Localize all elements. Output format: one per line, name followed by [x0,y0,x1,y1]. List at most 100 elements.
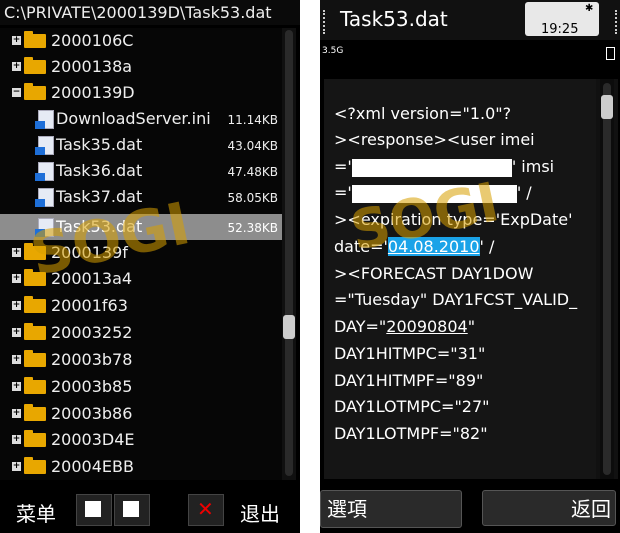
file-row[interactable]: Task36.dat 47.48KB [0,158,282,184]
file-size: 52.38KB [227,221,278,235]
options-softkey[interactable]: 選項 [320,490,462,528]
title-bar: Task53.dat ✱ 19:25 [320,0,620,40]
file-manager-pane: C:\PRIVATE\2000139D\Task53.dat + 2000106… [0,0,300,533]
folder-name: 2000138a [51,57,133,76]
text-line: ><FORECAST DAY1DOW [334,264,534,283]
expand-icon[interactable]: + [12,328,21,337]
folder-name: 20003b78 [51,350,133,369]
expand-icon[interactable]: + [12,274,21,283]
scroll-track[interactable] [285,30,293,476]
folder-row[interactable]: + 2000106C [0,28,282,54]
folder-row[interactable]: + 20003b85 [0,374,282,400]
folder-icon [24,31,46,48]
expand-icon[interactable]: + [12,462,21,471]
folder-name: 20004EBB [51,457,134,476]
text-line: =' ' imsi [334,157,555,177]
redaction-block [351,184,517,203]
folder-name: 2000106C [51,31,134,50]
folder-row[interactable]: + 200013a4 [0,266,282,292]
expand-icon[interactable]: + [12,62,21,71]
expand-icon[interactable]: + [12,301,21,310]
file-icon [35,188,54,207]
file-icon [35,218,54,237]
delete-button[interactable]: ✕ [188,494,224,526]
folder-icon [24,269,46,286]
folder-row[interactable]: + 20001f63 [0,293,282,319]
file-icon [35,136,54,155]
menu-softkey[interactable]: 菜单 [16,498,56,527]
folder-icon [24,457,46,474]
viewer-title: Task53.dat [340,7,448,31]
copy-button[interactable] [76,494,112,526]
file-icon [35,162,54,181]
folder-row[interactable]: − 2000139D [0,80,282,106]
date-link[interactable]: 20090804 [386,317,467,336]
text-line: ><expiration type='ExpDate' [334,210,573,229]
folder-icon [24,243,46,260]
clock-widget: ✱ 19:25 [525,2,599,37]
text-content[interactable]: <?xml version="1.0"? ><response><user im… [324,79,596,479]
folder-row[interactable]: + 2000138a [0,54,282,80]
folder-name: 2000139D [51,83,135,102]
folder-icon [24,296,46,313]
file-name: Task35.dat [56,135,143,154]
folder-icon [24,430,46,447]
file-name: Task36.dat [56,161,143,180]
folder-name: 2000139f [51,243,128,262]
copy-icon [85,501,101,517]
folder-row[interactable]: + 20003b78 [0,347,282,373]
battery-icon [606,47,615,60]
current-path: C:\PRIVATE\2000139D\Task53.dat [0,0,300,25]
text-line: ="Tuesday" DAY1FCST_VALID_ [334,290,578,309]
text-line: =' ' / [334,183,532,203]
text-line: ><response><user imei [334,130,535,149]
text-line: DAY1LOTMPF="82" [334,424,488,443]
text-line: DAY1LOTMPC="27" [334,397,490,416]
signal-strength-icon [323,10,331,34]
folder-row[interactable]: + 20003D4E [0,427,282,453]
expand-icon[interactable]: + [12,355,21,364]
collapse-icon[interactable]: − [12,88,21,97]
scroll-thumb[interactable] [283,315,295,339]
expand-icon[interactable]: + [12,36,21,45]
expand-icon[interactable]: + [12,248,21,257]
folder-name: 200013a4 [51,269,133,288]
content-scrollbar[interactable] [600,79,614,479]
highlighted-date[interactable]: 04.08.2010 [387,237,480,256]
file-row[interactable]: Task35.dat 43.04KB [0,132,282,158]
move-button[interactable] [114,494,150,526]
exit-softkey[interactable]: 退出 [240,498,280,527]
folder-icon [24,404,46,421]
folder-row[interactable]: + 20003b86 [0,401,282,427]
file-tree: + 2000106C + 2000138a − 2000139D Downloa… [0,28,282,480]
expand-icon[interactable]: + [12,435,21,444]
folder-row[interactable]: + 20003252 [0,320,282,346]
folder-name: 20003b85 [51,377,133,396]
scroll-thumb[interactable] [601,95,613,119]
file-size: 43.04KB [227,139,278,153]
file-row[interactable]: DownloadServer.ini 11.14KB [0,106,282,132]
folder-icon [24,323,46,340]
text-line: DAY1HITMPC="31" [334,344,486,363]
redaction-block [351,158,512,177]
scroll-track[interactable] [603,83,611,475]
folder-icon [24,57,46,74]
tree-scrollbar[interactable] [282,28,296,480]
status-row: 3.5G [320,44,620,62]
folder-row[interactable]: + 20004EBB [0,454,282,480]
expand-icon[interactable]: + [12,409,21,418]
folder-row[interactable]: + 2000139f [0,240,282,266]
folder-name: 20003b86 [51,404,133,423]
file-name: DownloadServer.ini [56,109,211,128]
network-type: 3.5G [322,46,344,56]
folder-name: 20003252 [51,323,133,342]
file-content-area[interactable]: <?xml version="1.0"? ><response><user im… [324,79,618,479]
file-row-selected[interactable]: Task53.dat 52.38KB [0,214,282,240]
back-softkey[interactable]: 返回 [482,490,616,526]
file-row[interactable]: Task37.dat 58.05KB [0,184,282,210]
folder-icon [24,377,46,394]
file-name: Task53.dat [56,217,143,236]
expand-icon[interactable]: + [12,382,21,391]
folder-name: 20001f63 [51,296,128,315]
delete-icon: ✕ [197,497,214,521]
